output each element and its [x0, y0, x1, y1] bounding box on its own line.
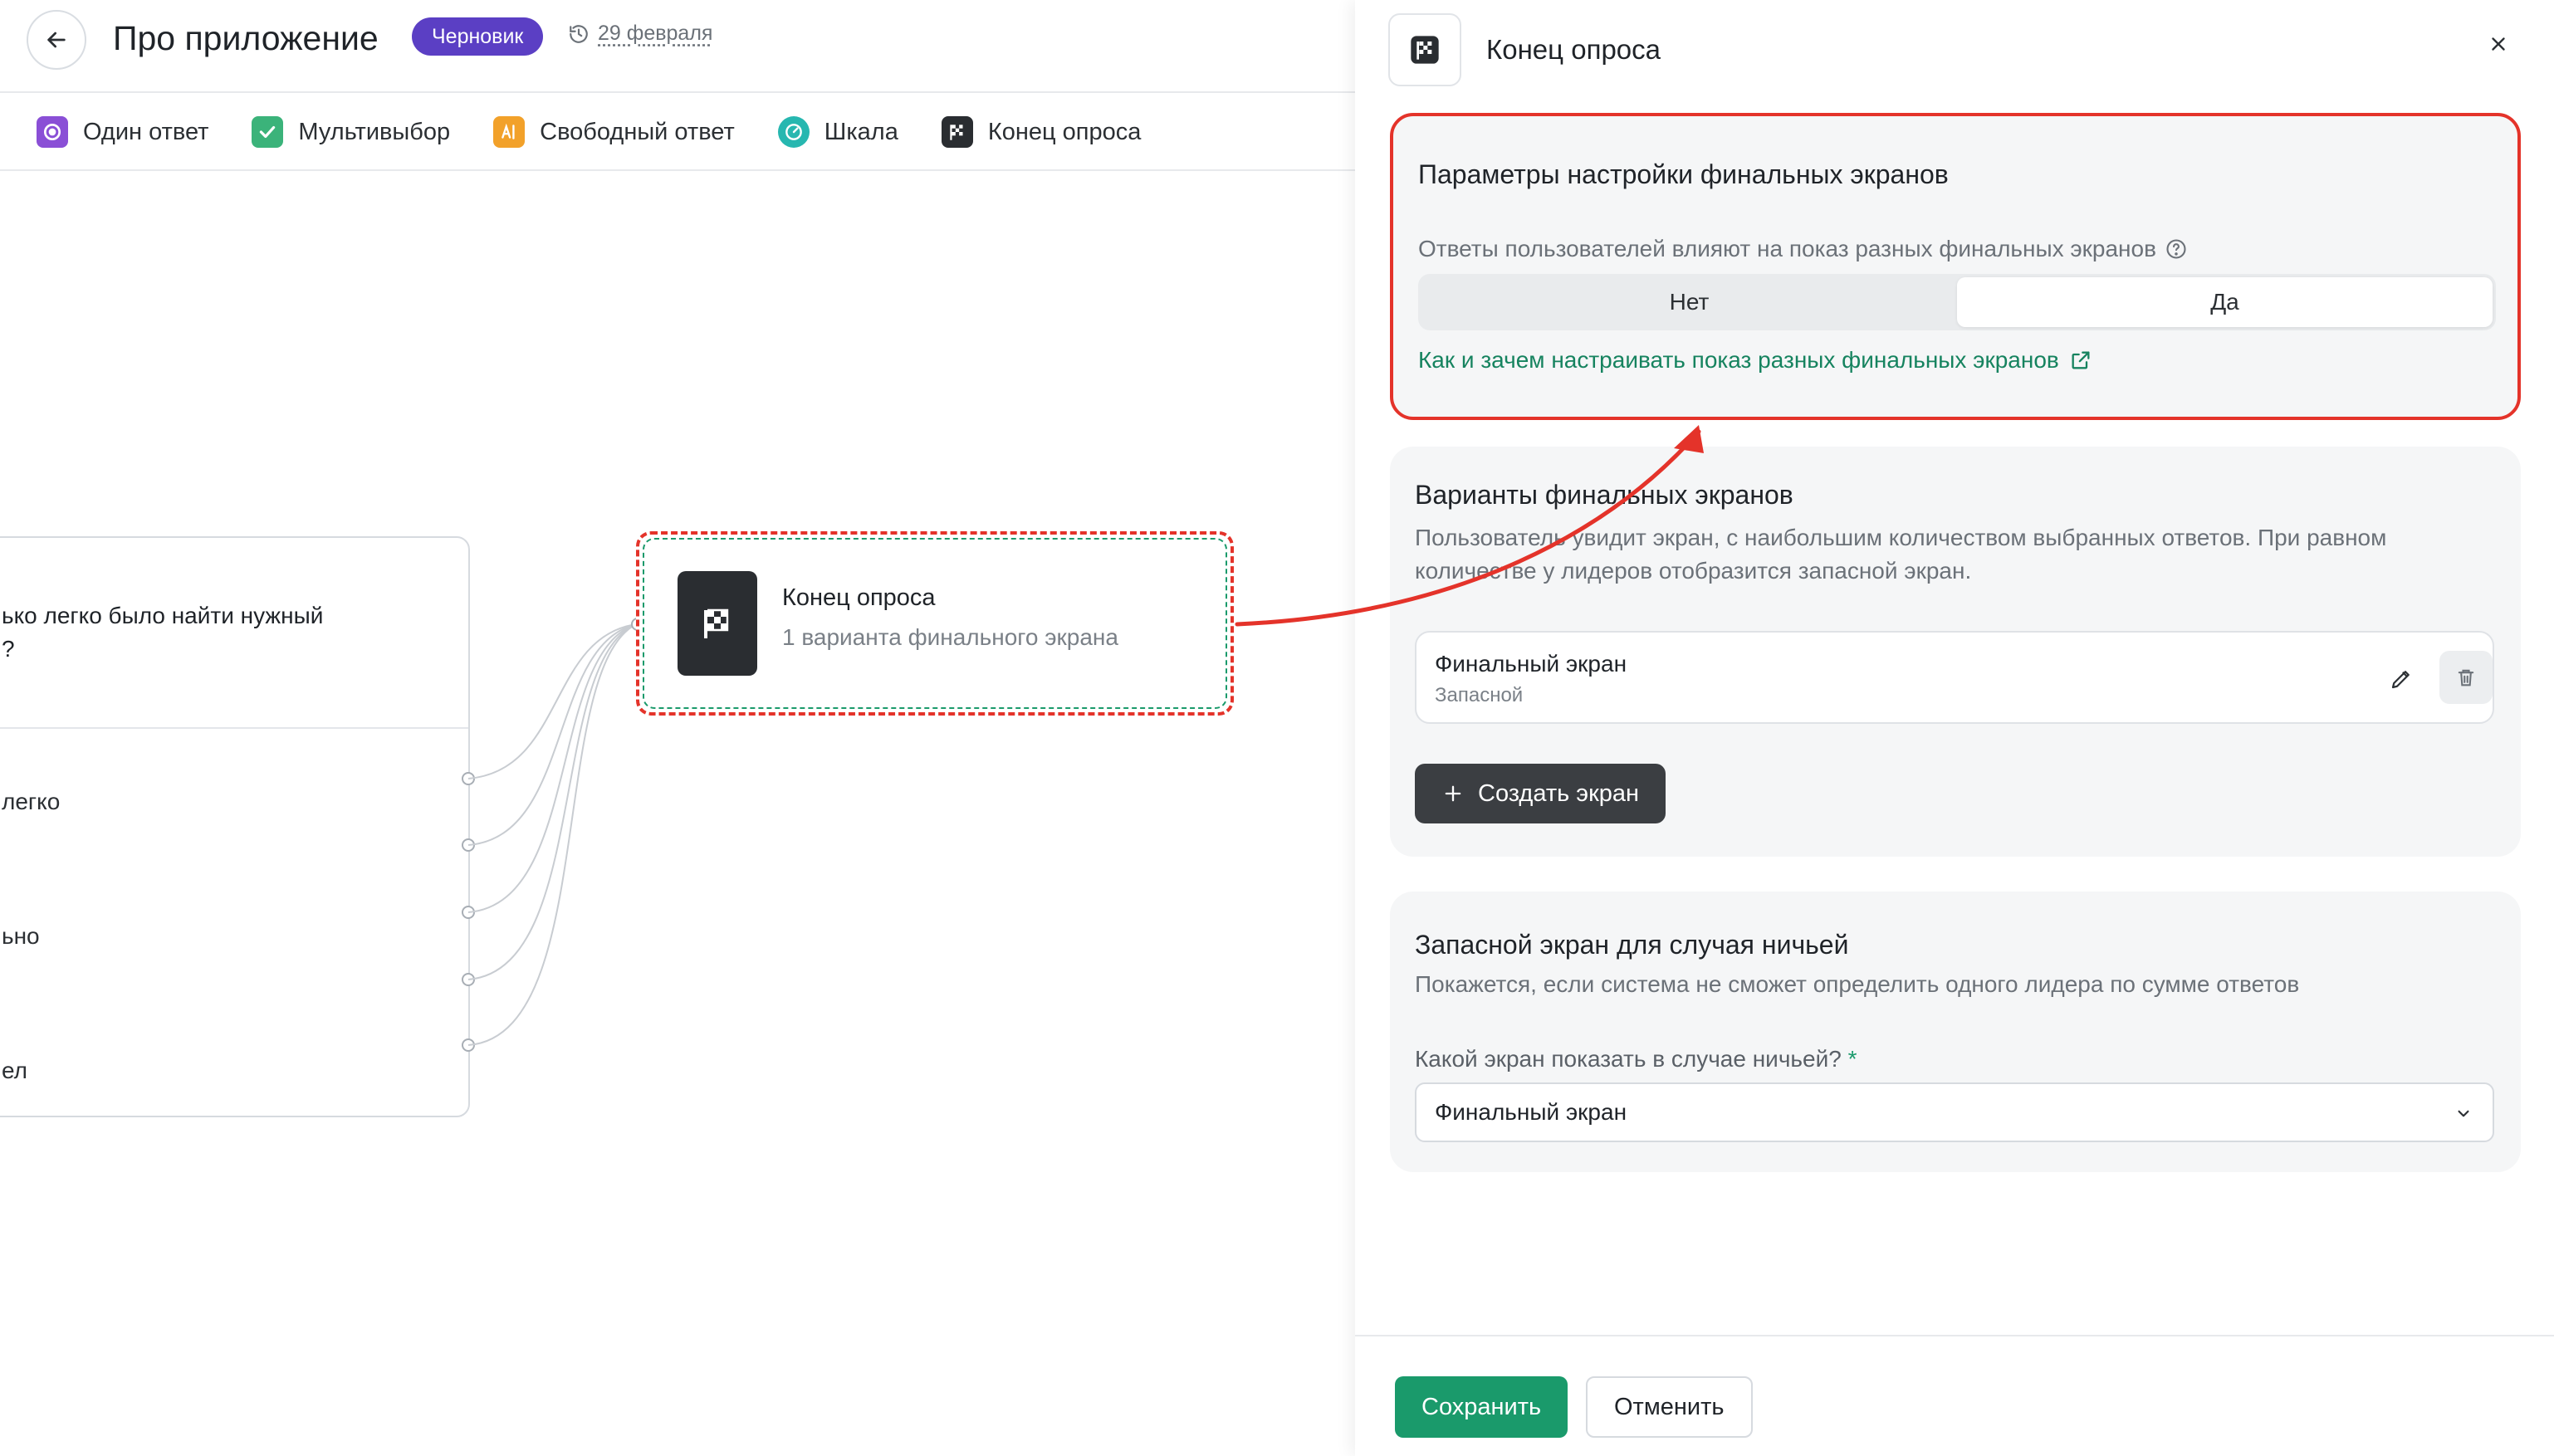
editor-header: Про приложение Черновик 29 февраля	[0, 0, 1355, 93]
end-survey-settings-panel: Конец опроса Параметры настройки финальн…	[1355, 0, 2554, 1456]
tool-free-answer[interactable]: Свободный ответ	[493, 116, 735, 148]
section-title: Варианты финальных экранов	[1415, 480, 1793, 510]
tool-end-survey[interactable]: Конец опроса	[941, 116, 1142, 148]
section-description: Пользователь увидит экран, с наибольшим …	[1415, 525, 2387, 584]
create-screen-label: Создать экран	[1478, 779, 1640, 807]
panel-title: Конец опроса	[1486, 34, 1661, 65]
final-screen-title: Финальный экран	[1435, 651, 1627, 677]
tool-label: Конец опроса	[987, 118, 1142, 145]
help-link[interactable]: Как и зачем настраивать показ разных фин…	[1418, 347, 2092, 374]
pencil-icon	[2391, 671, 2410, 689]
select-value: Финальный экран	[1435, 1099, 1627, 1125]
checkered-flag-icon	[941, 116, 973, 148]
final-screen-item[interactable]: Финальный экран Запасной	[1415, 631, 2494, 724]
settings-question: Ответы пользователей влияют на показ раз…	[1418, 232, 2498, 266]
cancel-button[interactable]: Отменить	[1586, 1376, 1753, 1438]
trash-icon	[2458, 669, 2474, 686]
end-node-title: Конец опроса	[782, 584, 936, 611]
close-icon	[2492, 37, 2505, 51]
tool-single-answer[interactable]: Один ответ	[37, 116, 208, 148]
influence-toggle[interactable]: Нет Да	[1418, 274, 2496, 330]
delete-button[interactable]	[2439, 651, 2493, 704]
panel-footer: Сохранить Отменить	[1355, 1335, 2554, 1456]
external-link-icon	[2072, 351, 2090, 369]
plus-icon	[1445, 785, 1461, 802]
close-button[interactable]	[2476, 22, 2521, 66]
fallback-screen-select[interactable]: Финальный экран	[1415, 1082, 2494, 1142]
page-title: Про приложение	[113, 19, 379, 57]
tool-scale[interactable]: Шкала	[777, 116, 898, 148]
chevron-down-icon	[2458, 1110, 2469, 1117]
help-circle-icon[interactable]	[2165, 237, 2188, 261]
back-button[interactable]	[27, 10, 86, 70]
fallback-screen-section: Запасной экран для случая ничьей Покажет…	[1390, 892, 2521, 1172]
final-screens-settings-section: Параметры настройки финальных экранов От…	[1390, 113, 2521, 420]
text-cursor-icon	[493, 116, 526, 148]
arrow-left-icon	[47, 32, 66, 48]
tool-label: Один ответ	[83, 118, 209, 145]
history-icon	[570, 24, 588, 43]
required-mark: *	[1847, 1046, 1857, 1072]
final-screens-variants-section: Варианты финальных экранов Пользователь …	[1390, 447, 2521, 857]
question-type-toolbar: Один ответ Мультивыбор Свободный ответ Ш…	[0, 95, 1355, 171]
section-title: Запасной экран для случая ничьей	[1415, 930, 1849, 960]
final-screen-subtitle: Запасной	[1435, 684, 1524, 706]
toggle-option-yes[interactable]: Да	[1957, 277, 2493, 327]
settings-question-text: Ответы пользователей влияют на показ раз…	[1418, 236, 2156, 261]
create-screen-button[interactable]: Создать экран	[1415, 764, 1666, 823]
end-node-subtitle: 1 варианта финального экрана	[782, 624, 1118, 650]
field-label-text: Какой экран показать в случае ничьей?	[1415, 1046, 1842, 1072]
toggle-option-no[interactable]: Нет	[1421, 277, 1957, 327]
checkbox-check-icon	[252, 116, 284, 148]
tool-label: Шкала	[824, 118, 898, 145]
section-title: Параметры настройки финальных экранов	[1418, 159, 1949, 189]
radio-circle-icon	[37, 116, 68, 148]
checkered-flag-icon	[678, 571, 757, 676]
checkered-flag-icon	[1388, 13, 1461, 86]
panel-header: Конец опроса	[1388, 13, 1661, 86]
save-button[interactable]: Сохранить	[1395, 1376, 1568, 1438]
section-description: Покажется, если система не сможет опреде…	[1415, 971, 2300, 997]
end-survey-node[interactable]: Конец опроса 1 варианта финального экран…	[636, 531, 1234, 716]
edit-button[interactable]	[2380, 657, 2423, 701]
history-date[interactable]: 29 февраля	[568, 22, 712, 46]
gauge-icon	[777, 116, 810, 148]
connection-lines	[467, 618, 644, 1046]
tool-multi-choice[interactable]: Мультивыбор	[252, 116, 450, 148]
flow-canvas[interactable]: ько легко было найти нужный ? легко ьно …	[0, 173, 1355, 1456]
date-label: 29 февраля	[598, 22, 713, 45]
tool-label: Свободный ответ	[540, 118, 735, 145]
tool-label: Мультивыбор	[298, 118, 451, 145]
field-label: Какой экран показать в случае ничьей? *	[1415, 1046, 1857, 1072]
status-badge: Черновик	[412, 17, 544, 56]
help-link-text: Как и зачем настраивать показ разных фин…	[1418, 347, 2059, 373]
